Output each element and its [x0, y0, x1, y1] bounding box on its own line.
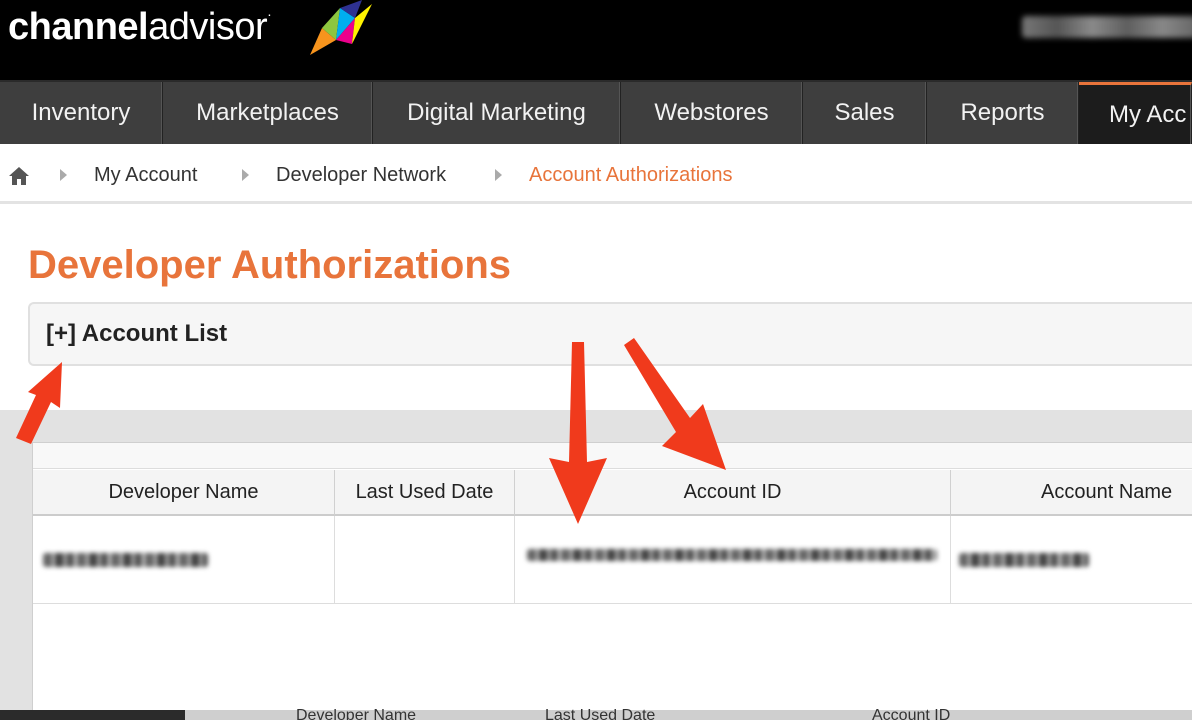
- breadcrumb-separator-icon: [495, 169, 502, 181]
- nav-item-my-account[interactable]: My Acc: [1079, 82, 1192, 144]
- nav-item-reports[interactable]: Reports: [927, 82, 1079, 144]
- channeladvisor-logo-icon: [310, 0, 372, 55]
- table-cell-last-used-date: [335, 516, 515, 604]
- redacted-text: [959, 553, 1089, 567]
- table-toolbar: [33, 443, 1192, 469]
- column-header-account-name[interactable]: Account Name: [951, 470, 1192, 516]
- column-header-account-id[interactable]: Account ID: [515, 470, 951, 516]
- redacted-text: [43, 553, 208, 567]
- table-cell-account-name: [951, 516, 1192, 604]
- table-cell-developer-name: [33, 516, 335, 604]
- home-icon[interactable]: [8, 166, 30, 186]
- account-list-panel: [+] Account List: [28, 302, 1192, 366]
- column-header-developer-name[interactable]: Developer Name: [33, 470, 335, 516]
- table-cell-account-id: [515, 516, 951, 604]
- logo-text-primary: channel: [8, 6, 149, 48]
- user-account-menu[interactable]: [1022, 16, 1192, 38]
- bottom-header-developer-name: Developer Name: [296, 709, 417, 720]
- column-header-last-used-date[interactable]: Last Used Date: [335, 470, 515, 516]
- account-list-toggle[interactable]: [+] Account List: [46, 320, 227, 348]
- bottom-header-last-used-date: Last Used Date: [545, 709, 656, 720]
- brand-bar: channeladvisor·: [0, 0, 1192, 80]
- nav-item-webstores[interactable]: Webstores: [621, 82, 803, 144]
- nav-item-marketplaces[interactable]: Marketplaces: [163, 82, 373, 144]
- page-title: Developer Authorizations: [28, 243, 512, 287]
- breadcrumb-account-authorizations: Account Authorizations: [529, 164, 733, 186]
- logo-trademark: ·: [267, 6, 272, 22]
- redacted-text: [527, 549, 937, 561]
- main-nav: Inventory Marketplaces Digital Marketing…: [0, 80, 1192, 144]
- logo-text-secondary: advisor: [148, 6, 268, 48]
- nav-item-sales[interactable]: Sales: [803, 82, 927, 144]
- nav-item-digital-marketing[interactable]: Digital Marketing: [373, 82, 621, 144]
- breadcrumb-my-account[interactable]: My Account: [94, 164, 197, 187]
- logo[interactable]: channeladvisor·: [8, 6, 272, 49]
- breadcrumb-separator-icon: [242, 169, 249, 181]
- breadcrumb-separator-icon: [60, 169, 67, 181]
- breadcrumb: My Account Developer Network Account Aut…: [0, 148, 1192, 204]
- breadcrumb-developer-network[interactable]: Developer Network: [276, 164, 446, 187]
- bottom-header-account-id: Account ID: [872, 709, 951, 720]
- nav-item-inventory[interactable]: Inventory: [0, 82, 163, 144]
